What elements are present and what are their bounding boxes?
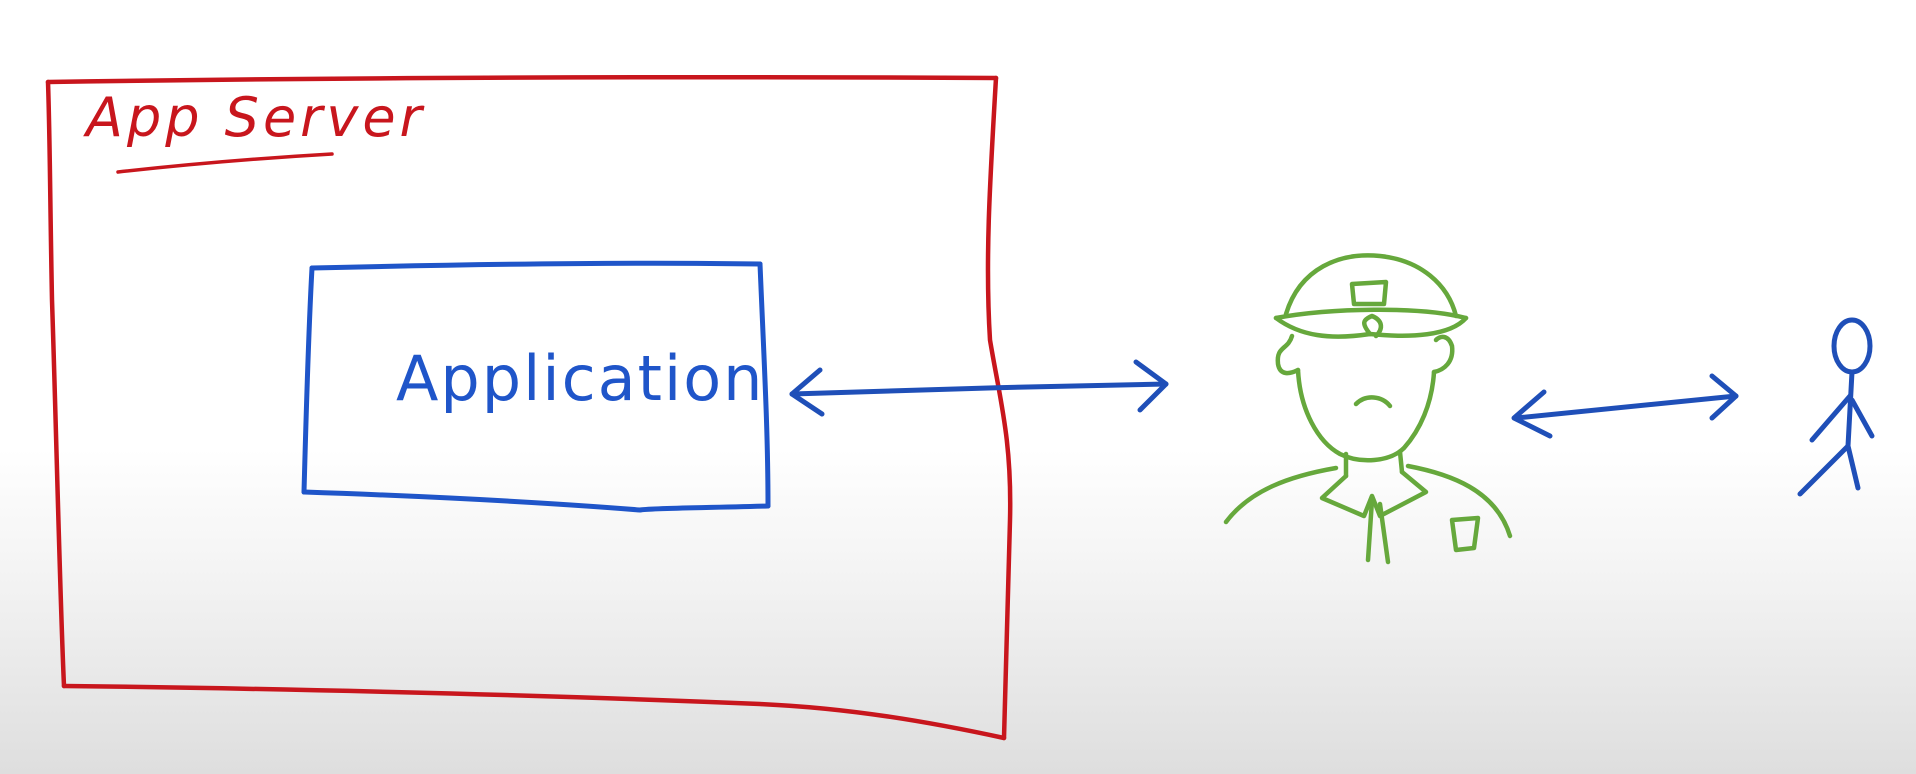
stick-figure-user-icon bbox=[1797, 317, 1875, 497]
application-label: Application bbox=[396, 342, 764, 415]
app-server-label-underline bbox=[116, 152, 334, 174]
app-server-label: App Server bbox=[83, 86, 426, 149]
guard-user-arrow bbox=[1511, 373, 1739, 439]
diagram-canvas: App Server Application bbox=[45, 74, 1875, 741]
application-guard-arrow bbox=[789, 359, 1169, 417]
security-guard-icon bbox=[1223, 253, 1513, 565]
